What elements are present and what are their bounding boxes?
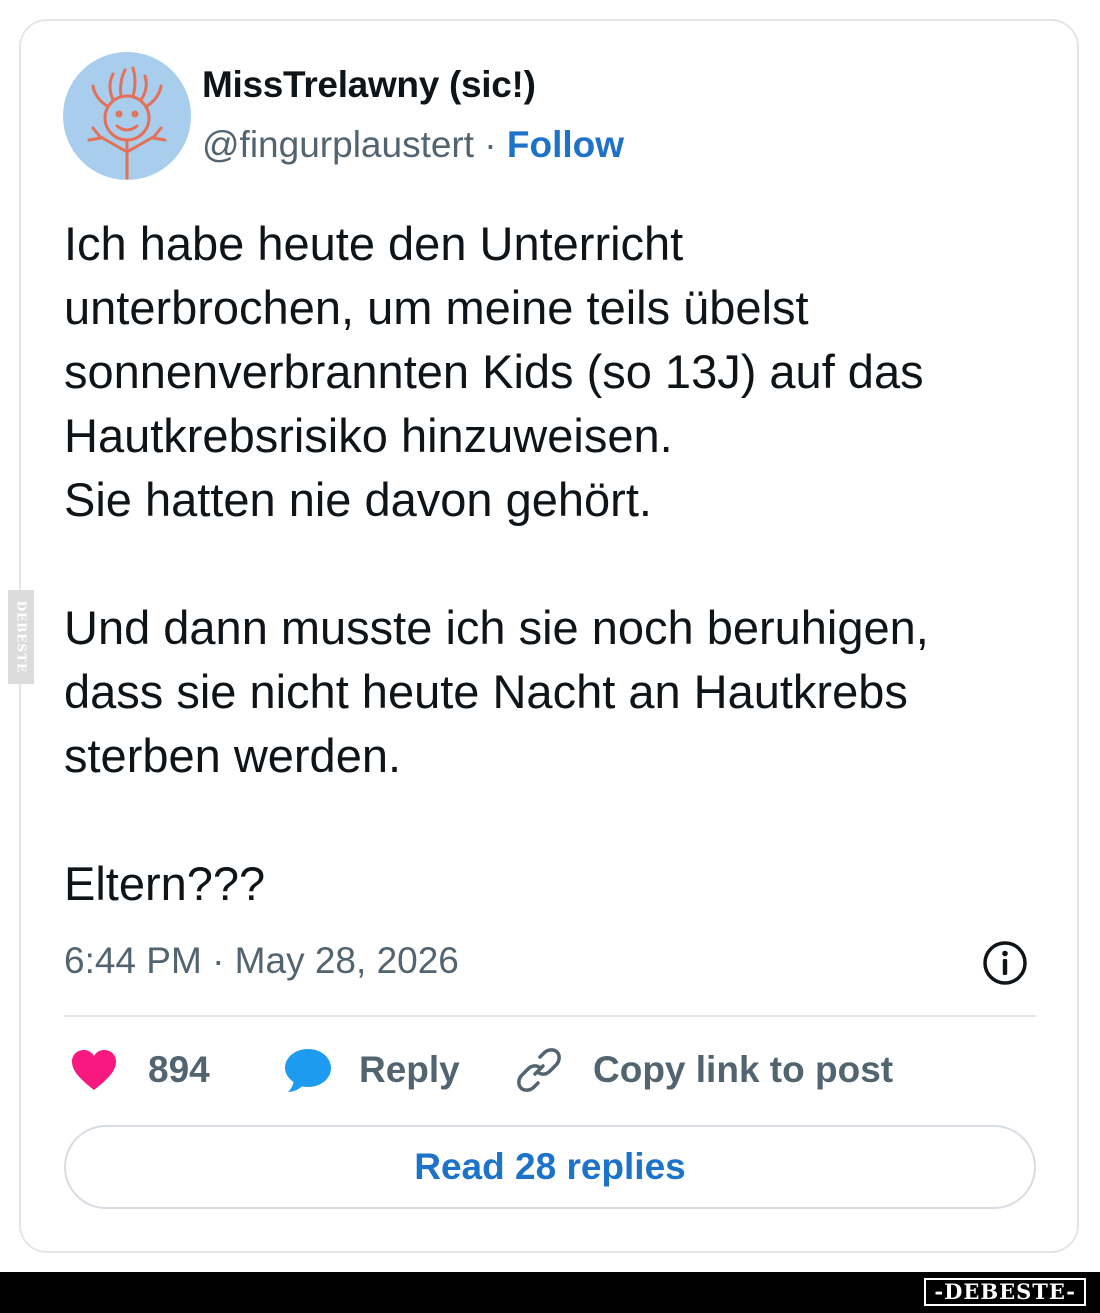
copy-link-label: Copy link to post bbox=[593, 1049, 894, 1090]
author-handle[interactable]: @fingurplaustert bbox=[202, 124, 474, 165]
avatar[interactable] bbox=[63, 52, 191, 180]
heart-icon bbox=[70, 1048, 118, 1092]
tweet-timestamp[interactable]: 6:44 PM · May 28, 2026 bbox=[64, 940, 459, 982]
info-circle-icon[interactable] bbox=[981, 939, 1029, 987]
speech-bubble-icon bbox=[283, 1047, 333, 1093]
avatar-drawing bbox=[87, 66, 167, 180]
read-replies-button[interactable]: Read 28 replies bbox=[64, 1125, 1036, 1209]
tweet-text: Ich habe heute den Unterricht unterbroch… bbox=[64, 217, 929, 910]
separator-dot: · bbox=[474, 124, 507, 165]
reply-label: Reply bbox=[359, 1049, 460, 1090]
side-watermark: DEBESTE bbox=[8, 590, 34, 684]
handle-row: @fingurplaustert · Follow bbox=[202, 124, 624, 166]
copy-link-button[interactable]: Copy link to post bbox=[513, 1045, 893, 1095]
side-watermark-text: DEBESTE bbox=[14, 600, 28, 674]
link-icon bbox=[513, 1044, 565, 1096]
divider bbox=[64, 1015, 1036, 1017]
like-button[interactable]: 894 bbox=[70, 1045, 210, 1095]
like-count: 894 bbox=[148, 1049, 210, 1090]
follow-button[interactable]: Follow bbox=[507, 124, 624, 165]
bottom-bar: -DEBESTE- bbox=[0, 1272, 1100, 1313]
author-name[interactable]: MissTrelawny (sic!) bbox=[202, 64, 536, 106]
debeste-logo: -DEBESTE- bbox=[924, 1278, 1086, 1306]
reply-button[interactable]: Reply bbox=[283, 1045, 460, 1095]
